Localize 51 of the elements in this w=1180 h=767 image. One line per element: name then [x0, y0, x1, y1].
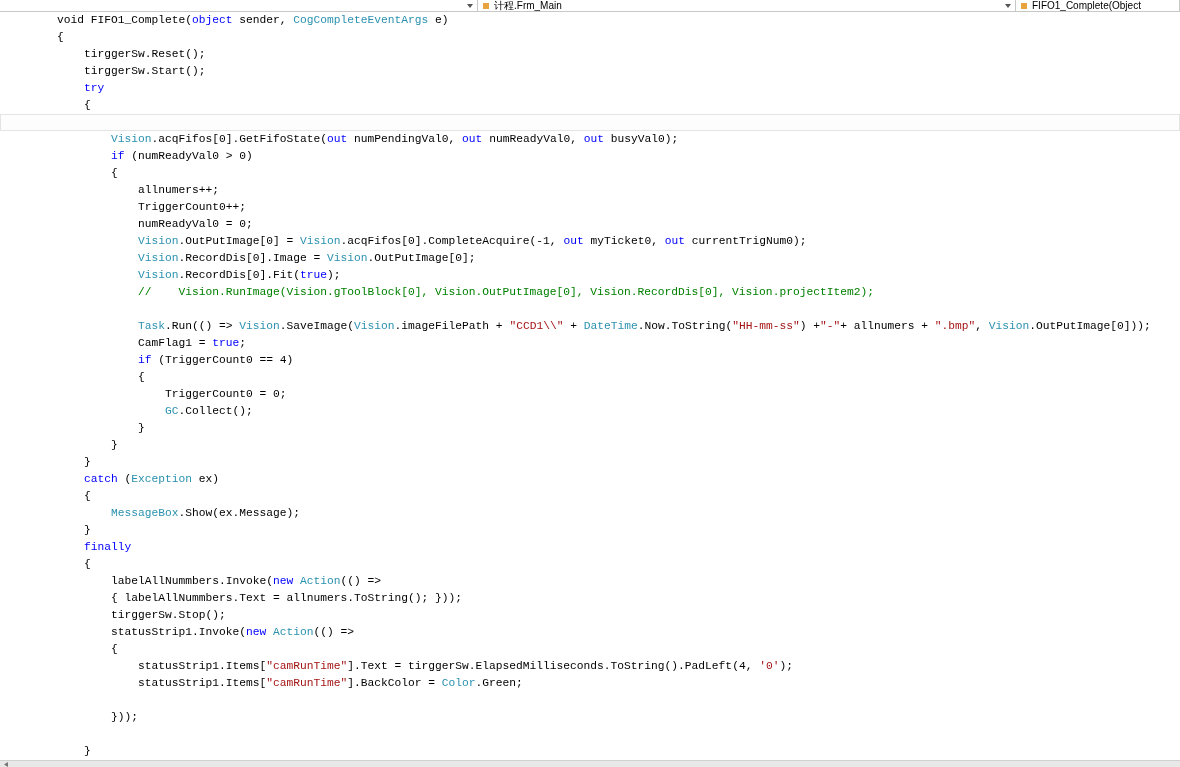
- code-line: allnumers++;: [137, 184, 220, 196]
- horizontal-scrollbar[interactable]: [0, 760, 1180, 767]
- code-line: }: [137, 422, 145, 434]
- code-line: GC.Collect();: [164, 405, 253, 417]
- code-line: {: [83, 99, 91, 111]
- member-dropdown[interactable]: FIFO1_Complete(Object: [1016, 0, 1180, 11]
- code-line: {: [83, 490, 91, 502]
- code-line: }: [83, 524, 91, 536]
- code-line: }: [83, 456, 91, 468]
- class-icon: [482, 1, 490, 10]
- code-line: {: [110, 643, 118, 655]
- code-line: Vision.RecordDis[0].Fit(true);: [137, 269, 341, 281]
- code-line: try: [83, 82, 105, 94]
- scroll-left-icon: [4, 761, 8, 767]
- code-line: if (TriggerCount0 == 4): [137, 354, 294, 366]
- code-line: statusStrip1.Items["camRunTime"].BackColor = Color.Green;: [137, 677, 523, 689]
- dropdown-text: 计程.Frm_Main: [494, 0, 563, 11]
- code-line: tirggerSw.Start();: [83, 65, 206, 77]
- code-line: catch (Exception ex): [83, 473, 220, 485]
- code-line: {: [137, 371, 145, 383]
- member-dropdown[interactable]: 计程.Frm_Main: [478, 0, 1016, 11]
- code-line: Vision.RecordDis[0].Image = Vision.OutPutImage[0];: [137, 252, 476, 264]
- code-line: CamFlag1 = true;: [137, 337, 247, 349]
- code-line: TriggerCount0 = 0;: [164, 388, 287, 400]
- dropdown-text: FIFO1_Complete(Object: [1032, 0, 1142, 11]
- code-line: Vision.acqFifos[0].GetFifoState(out numPendingVal0, out numReadyVal0, out busyVal0);: [110, 133, 679, 145]
- class-icon: [1020, 1, 1028, 10]
- code-line: void FIFO1_Complete(object sender, CogCompleteEventArgs e): [56, 14, 449, 26]
- code-line: {: [110, 167, 118, 179]
- code-line: finally: [83, 541, 132, 553]
- code-line: TriggerCount0++;: [137, 201, 247, 213]
- code-line: tirggerSw.Reset();: [83, 48, 206, 60]
- code-line: }));: [110, 711, 139, 723]
- dropdown-arrow-icon: [467, 3, 473, 8]
- code-line: statusStrip1.Invoke(new Action(() =>: [110, 626, 355, 638]
- code-line: numReadyVal0 = 0;: [137, 218, 253, 230]
- code-line: { labelAllNummbers.Text = allnumers.ToString(); }));: [110, 592, 463, 604]
- code-line: {: [83, 558, 91, 570]
- code-line: Task.Run(() => Vision.SaveImage(Vision.imageFilePath + "CCD1\\" + DateTime.Now.ToString("HH-mm-ss") +"-"+ allnumers + ".bmp", Vision.OutPutImage[0]));: [137, 320, 1151, 332]
- project-dropdown[interactable]: [0, 0, 478, 11]
- code-line: }: [83, 745, 91, 757]
- code-line: {: [56, 31, 64, 43]
- code-line: }: [110, 439, 118, 451]
- code-line: if (numReadyVal0 > 0): [110, 150, 253, 162]
- code-line: tirggerSw.Stop();: [110, 609, 226, 621]
- code-line: Vision.OutPutImage[0] = Vision.acqFifos[0].CompleteAcquire(-1, out myTicket0, out currentTrigNum0);: [137, 235, 807, 247]
- code-line: statusStrip1.Items["camRunTime"].Text = tirggerSw.ElapsedMilliseconds.ToString().PadLeft(4, '0');: [137, 660, 793, 672]
- code-line: // Vision.RunImage(Vision.gToolBlock[0], Vision.OutPutImage[0], Vision.RecordDis[0], Vision.projectItem2);: [137, 286, 874, 298]
- code-line: labelAllNummbers.Invoke(new Action(() =>: [110, 575, 382, 587]
- code-line: MessageBox.Show(ex.Message);: [110, 507, 301, 519]
- dropdown-arrow-icon: [1005, 3, 1011, 8]
